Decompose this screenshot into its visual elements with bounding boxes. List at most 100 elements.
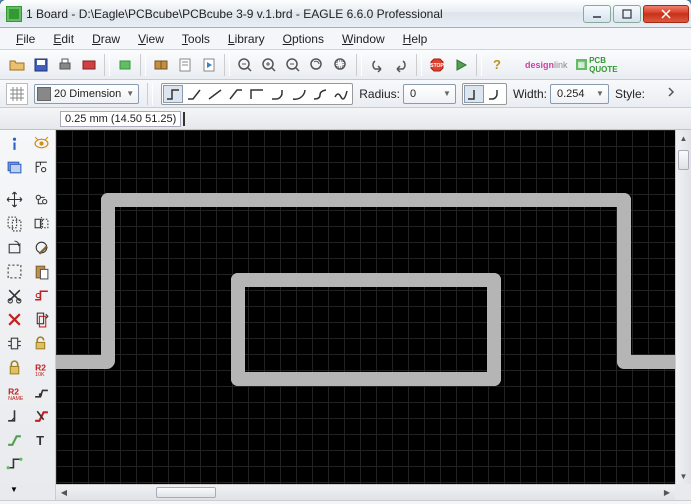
go-icon[interactable] — [450, 54, 472, 76]
radius-select[interactable]: 0 ▼ — [403, 84, 456, 104]
app-icon — [6, 6, 22, 22]
cam-icon[interactable] — [78, 54, 100, 76]
wire-bend-free[interactable] — [331, 85, 351, 103]
redo-icon[interactable] — [390, 54, 412, 76]
help-icon[interactable]: ? — [486, 54, 508, 76]
menu-options[interactable]: Options — [275, 30, 332, 48]
print-icon[interactable] — [54, 54, 76, 76]
text-icon[interactable]: T — [30, 428, 54, 450]
wire-bend-1[interactable] — [184, 85, 204, 103]
separator — [104, 54, 110, 76]
route-icon[interactable] — [2, 428, 26, 450]
canvas[interactable] — [56, 130, 675, 484]
ripup-icon[interactable] — [30, 404, 54, 426]
miter-round-icon[interactable] — [485, 85, 505, 103]
pcb-wire — [231, 273, 245, 386]
save-icon[interactable] — [30, 54, 52, 76]
info-icon[interactable] — [2, 132, 26, 154]
replace-icon[interactable] — [30, 308, 54, 330]
wire-bend-arc1[interactable] — [268, 85, 288, 103]
wire-bend-3[interactable] — [226, 85, 246, 103]
scroll-right-icon[interactable]: ▶ — [659, 485, 675, 500]
menu-draw[interactable]: Draw — [84, 30, 128, 48]
menu-library[interactable]: Library — [220, 30, 273, 48]
add-icon[interactable] — [2, 332, 26, 354]
menu-file[interactable]: File — [8, 30, 43, 48]
menu-tools[interactable]: Tools — [174, 30, 218, 48]
zoom-redraw-icon[interactable] — [306, 54, 328, 76]
wire-bend-arc3[interactable] — [310, 85, 330, 103]
workarea: R2NAME ▼ R210K T — [0, 130, 691, 500]
delete-icon[interactable] — [2, 308, 26, 330]
zoom-out-icon[interactable] — [282, 54, 304, 76]
width-value: 0.254 — [557, 88, 591, 100]
wire-bend-arc2[interactable] — [289, 85, 309, 103]
script-icon[interactable] — [174, 54, 196, 76]
show-icon[interactable] — [30, 132, 54, 154]
width-select[interactable]: 0.254 ▼ — [550, 84, 609, 104]
window-buttons — [583, 5, 689, 23]
designlink-icon[interactable]: designlink — [522, 54, 571, 76]
maximize-button[interactable] — [613, 5, 641, 23]
wire-bend-4[interactable] — [247, 85, 267, 103]
run-icon[interactable] — [198, 54, 220, 76]
scroll-thumb[interactable] — [156, 487, 216, 498]
wire-bend-2[interactable] — [205, 85, 225, 103]
mark-icon[interactable] — [30, 156, 54, 178]
pinswap-icon[interactable] — [30, 188, 54, 210]
optimize-icon[interactable] — [30, 284, 54, 306]
zoom-in-icon[interactable] — [258, 54, 280, 76]
titlebar: 1 Board - D:\Eagle\PCBcube\PCBcube 3-9 v… — [0, 0, 691, 28]
move-icon[interactable] — [2, 188, 26, 210]
canvas-wrap: ▲ ▼ ◀ ▶ — [56, 130, 691, 500]
command-input[interactable] — [183, 112, 691, 126]
scroll-down-icon[interactable]: ▼ — [676, 468, 691, 484]
grid-icon[interactable] — [6, 83, 28, 105]
undo-icon[interactable] — [366, 54, 388, 76]
paste-icon[interactable] — [30, 260, 54, 282]
zoom-fit-icon[interactable] — [234, 54, 256, 76]
board-icon[interactable] — [114, 54, 136, 76]
change-icon[interactable] — [30, 236, 54, 258]
zoom-select-icon[interactable] — [330, 54, 352, 76]
pcb-wire — [231, 372, 501, 386]
miter-tool-icon[interactable] — [2, 404, 26, 426]
miter-straight-icon[interactable] — [464, 85, 484, 103]
close-button[interactable] — [643, 5, 689, 23]
vertical-scrollbar[interactable]: ▲ ▼ — [675, 130, 691, 484]
menu-edit[interactable]: Edit — [45, 30, 82, 48]
copy-icon[interactable] — [2, 212, 26, 234]
menu-help[interactable]: Help — [395, 30, 436, 48]
name-icon[interactable]: R2NAME — [2, 380, 26, 402]
rotate-icon[interactable] — [2, 236, 26, 258]
pcb-wire — [231, 273, 501, 287]
open-icon[interactable] — [6, 54, 28, 76]
params-overflow-icon[interactable] — [663, 83, 685, 105]
scroll-up-icon[interactable]: ▲ — [676, 130, 691, 146]
minimize-button[interactable] — [583, 5, 611, 23]
menu-window[interactable]: Window — [334, 30, 393, 48]
layer-select[interactable]: 20 Dimension ▼ — [34, 84, 139, 104]
library-icon[interactable] — [150, 54, 172, 76]
menu-view[interactable]: View — [130, 30, 172, 48]
scroll-left-icon[interactable]: ◀ — [56, 485, 72, 500]
smash-icon[interactable] — [30, 332, 54, 354]
toolbar: STOP ? designlink ▦PCBQUOTE — [0, 50, 691, 80]
stop-icon[interactable]: STOP — [426, 54, 448, 76]
separator — [140, 54, 146, 76]
style-label: Style: — [615, 87, 645, 101]
overflow-down-icon[interactable]: ▼ — [2, 478, 26, 500]
value-icon[interactable]: R210K — [30, 356, 54, 378]
split-icon[interactable] — [30, 380, 54, 402]
pcbquote-icon[interactable]: ▦PCBQUOTE — [573, 54, 621, 76]
cut-icon[interactable] — [2, 284, 26, 306]
pcb-wire — [487, 273, 501, 386]
wire-bend-0[interactable] — [163, 85, 183, 103]
scroll-thumb[interactable] — [678, 150, 689, 170]
lock-icon[interactable] — [2, 356, 26, 378]
layers-icon[interactable] — [2, 156, 26, 178]
mirror-icon[interactable] — [30, 212, 54, 234]
wire-icon[interactable] — [2, 452, 26, 474]
horizontal-scrollbar[interactable]: ◀ ▶ — [56, 484, 675, 500]
group-icon[interactable] — [2, 260, 26, 282]
